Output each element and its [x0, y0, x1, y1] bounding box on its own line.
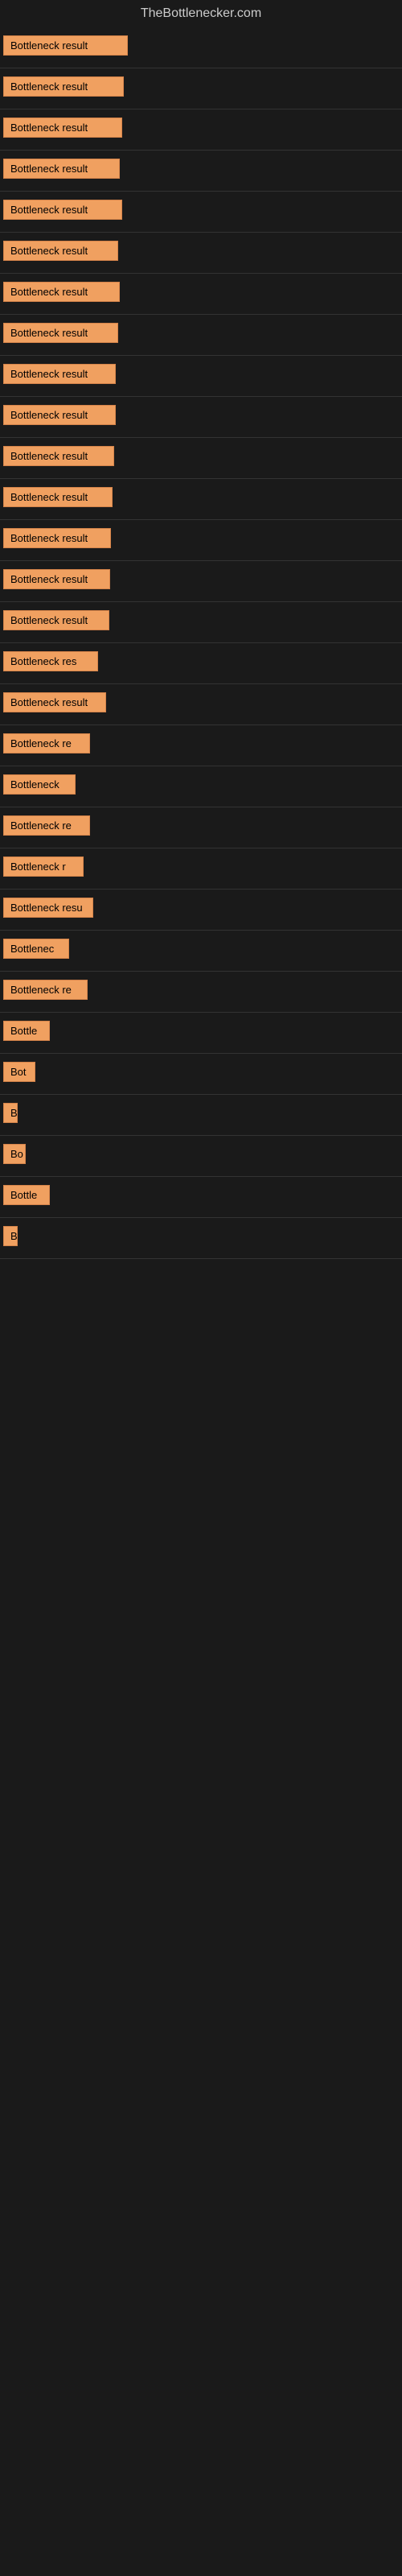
bottleneck-label[interactable]: Bottleneck result: [3, 692, 106, 712]
bottleneck-label[interactable]: Bottleneck resu: [3, 898, 93, 918]
table-row: Bottleneck result: [0, 479, 402, 520]
table-row: Bottleneck result: [0, 274, 402, 315]
bottleneck-label[interactable]: Bottleneck result: [3, 528, 111, 548]
table-row: Bottleneck result: [0, 192, 402, 233]
bottleneck-label[interactable]: Bottleneck res: [3, 651, 98, 671]
site-title: TheBottlenecker.com: [0, 0, 402, 27]
table-row: Bottleneck re: [0, 725, 402, 766]
table-row: Bottleneck re: [0, 972, 402, 1013]
bottleneck-label[interactable]: Bottleneck re: [3, 980, 88, 1000]
bottleneck-label[interactable]: Bo: [3, 1144, 26, 1164]
bottleneck-label[interactable]: Bottleneck result: [3, 487, 113, 507]
table-row: Bottlenec: [0, 931, 402, 972]
bottleneck-label[interactable]: B: [3, 1103, 18, 1123]
bottleneck-label[interactable]: Bottleneck result: [3, 323, 118, 343]
bottleneck-label[interactable]: Bottleneck result: [3, 364, 116, 384]
table-row: Bottleneck result: [0, 438, 402, 479]
bottleneck-label[interactable]: Bottleneck re: [3, 733, 90, 753]
table-row: Bot: [0, 1054, 402, 1095]
bottleneck-label[interactable]: Bottleneck re: [3, 815, 90, 836]
table-row: Bottleneck result: [0, 315, 402, 356]
bottleneck-label[interactable]: Bottleneck result: [3, 241, 118, 261]
bottleneck-label[interactable]: Bottle: [3, 1185, 50, 1205]
table-row: Bottleneck result: [0, 68, 402, 109]
table-row: Bottleneck result: [0, 561, 402, 602]
table-row: Bottleneck r: [0, 848, 402, 890]
bottleneck-label[interactable]: Bottleneck result: [3, 405, 116, 425]
table-row: Bottleneck result: [0, 602, 402, 643]
table-row: Bottleneck result: [0, 397, 402, 438]
bottleneck-list: Bottleneck result Bottleneck result Bottle…: [0, 27, 402, 1259]
bottleneck-label[interactable]: Bottleneck result: [3, 35, 128, 56]
bottleneck-label[interactable]: B: [3, 1226, 18, 1246]
table-row: Bo: [0, 1136, 402, 1177]
bottleneck-label[interactable]: Bottleneck result: [3, 282, 120, 302]
bottleneck-label[interactable]: Bottleneck result: [3, 200, 122, 220]
table-row: Bottleneck result: [0, 233, 402, 274]
table-row: Bottle: [0, 1013, 402, 1054]
bottleneck-label[interactable]: Bottleneck result: [3, 446, 114, 466]
table-row: Bottleneck result: [0, 27, 402, 68]
table-row: Bottleneck result: [0, 109, 402, 151]
bottleneck-label[interactable]: Bottleneck result: [3, 118, 122, 138]
table-row: Bottle: [0, 1177, 402, 1218]
bottleneck-label[interactable]: Bottleneck r: [3, 857, 84, 877]
bottleneck-label[interactable]: Bottleneck result: [3, 610, 109, 630]
table-row: Bottleneck res: [0, 643, 402, 684]
bottleneck-label[interactable]: Bottleneck result: [3, 76, 124, 97]
bottleneck-label[interactable]: Bottleneck: [3, 774, 76, 795]
table-row: B: [0, 1218, 402, 1259]
table-row: Bottleneck result: [0, 684, 402, 725]
table-row: Bottleneck result: [0, 356, 402, 397]
bottleneck-label[interactable]: Bottleneck result: [3, 159, 120, 179]
table-row: B: [0, 1095, 402, 1136]
bottleneck-label[interactable]: Bot: [3, 1062, 35, 1082]
table-row: Bottleneck resu: [0, 890, 402, 931]
table-row: Bottleneck: [0, 766, 402, 807]
bottleneck-label[interactable]: Bottleneck result: [3, 569, 110, 589]
table-row: Bottleneck result: [0, 520, 402, 561]
table-row: Bottleneck result: [0, 151, 402, 192]
bottleneck-label[interactable]: Bottlenec: [3, 939, 69, 959]
bottleneck-label[interactable]: Bottle: [3, 1021, 50, 1041]
table-row: Bottleneck re: [0, 807, 402, 848]
